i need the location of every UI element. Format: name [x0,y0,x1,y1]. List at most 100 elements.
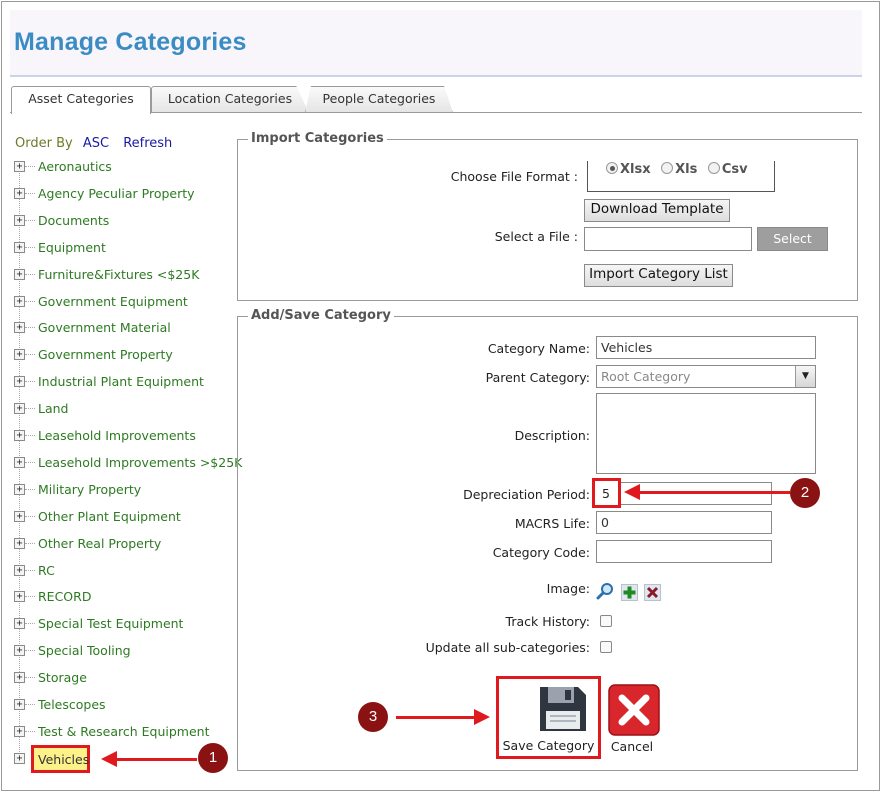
xlsx-option[interactable]: Xlsx [606,162,651,177]
tree-item[interactable]: + RECORD [14,586,234,608]
expand-icon[interactable]: + [14,187,25,199]
select-file-button[interactable]: Select [757,227,828,251]
tree-item-label[interactable]: Land [38,401,68,416]
description-textarea[interactable] [596,393,816,474]
expand-icon[interactable]: + [14,564,25,576]
update-subcategories-checkbox[interactable] [600,641,612,653]
tree-item[interactable]: + Other Plant Equipment [14,506,234,528]
tree-item-label[interactable]: Special Test Equipment [38,616,183,631]
asc-link[interactable]: ASC [83,136,109,151]
tree-item-label[interactable]: Agency Peculiar Property [38,186,195,201]
tree-item[interactable]: + Furniture&Fixtures <$25K [14,264,234,286]
tree-item-label[interactable]: RC [38,563,55,578]
expand-icon[interactable]: + [14,376,25,388]
radio-icon[interactable] [661,162,674,174]
tree-item-label[interactable]: Government Property [38,347,173,362]
expand-icon[interactable]: + [14,618,25,630]
expand-icon[interactable]: + [14,725,25,737]
csv-option[interactable]: Csv [707,162,748,177]
tree-item[interactable]: + Land [14,398,234,420]
category-name-input[interactable]: Vehicles [596,336,816,359]
expand-icon[interactable]: + [14,510,25,522]
tree-item-label[interactable]: Leasehold Improvements [38,428,196,443]
track-history-checkbox[interactable] [600,615,612,627]
tree-item-label[interactable]: Documents [38,213,109,228]
cancel-button[interactable]: Cancel [605,682,661,754]
tree-item[interactable]: + Equipment [14,237,234,259]
tree-item[interactable]: + Government Equipment [14,291,234,313]
tree-item[interactable]: + Industrial Plant Equipment [14,371,234,393]
tab-people-categories[interactable]: People Categories [305,86,453,113]
tree-item[interactable]: + Special Test Equipment [14,613,234,635]
expand-icon[interactable]: + [14,161,25,172]
remove-image-icon[interactable] [644,584,661,601]
tree-item[interactable]: + Government Material [14,317,234,339]
expand-icon[interactable]: + [14,322,25,334]
tree-item-label[interactable]: Government Equipment [38,294,188,309]
tree-item[interactable]: + RC [14,560,234,582]
expand-icon[interactable]: + [14,430,25,441]
expand-icon[interactable]: + [14,645,25,657]
magnifier-icon[interactable] [596,582,614,600]
tab-asset-categories[interactable]: Asset Categories [11,86,151,114]
tab-location-categories[interactable]: Location Categories [151,86,309,113]
tree-connector-line [25,515,35,517]
tree-item-label[interactable]: Aeronautics [38,159,112,174]
tree-item[interactable]: + Storage [14,667,234,689]
chevron-down-icon[interactable]: ▼ [795,366,815,387]
tree-item[interactable]: + Test & Research Equipment [14,721,234,743]
tree-item[interactable]: + Documents [14,210,234,232]
tree-item-label[interactable]: Telescopes [38,697,106,712]
tree-item[interactable]: + Telescopes [14,694,234,716]
expand-icon[interactable]: + [14,699,25,710]
selected-tree-item[interactable]: Vehicles [31,745,90,773]
download-template-button[interactable]: Download Template [584,199,730,222]
expand-icon[interactable]: + [14,214,25,226]
expand-icon[interactable]: + [14,349,25,361]
tree-item-label[interactable]: Special Tooling [38,643,131,658]
tree-item[interactable]: + Agency Peculiar Property [14,183,234,205]
xls-option[interactable]: Xls [661,162,697,177]
expand-icon[interactable]: + [14,672,25,684]
annotation-badge-1: 1 [198,743,228,773]
tree-item-label[interactable]: Furniture&Fixtures <$25K [38,267,199,282]
tree-item[interactable]: + Leasehold Improvements [14,425,234,447]
add-image-icon[interactable] [621,584,638,601]
import-category-list-button[interactable]: Import Category List [584,264,733,287]
radio-icon[interactable] [707,162,720,174]
refresh-link[interactable]: Refresh [123,136,172,151]
expand-icon[interactable]: + [14,537,25,549]
parent-category-select[interactable]: Root Category ▼ [596,365,816,388]
tree-item[interactable]: + Government Property [14,344,234,366]
category-code-input[interactable] [596,540,772,563]
tree-item-label[interactable]: Test & Research Equipment [38,724,209,739]
expand-icon[interactable]: + [14,241,25,253]
tree-item[interactable]: + Military Property [14,479,234,501]
tree-item-label[interactable]: Leasehold Improvements >$25K [38,455,242,470]
expand-icon[interactable]: + [14,268,25,280]
tree-item[interactable]: + Leasehold Improvements >$25K [14,452,242,474]
expand-icon[interactable]: + [14,456,25,468]
tree-item-label[interactable]: Industrial Plant Equipment [38,374,204,389]
file-path-input[interactable] [584,227,752,251]
expand-icon[interactable]: + [14,403,25,415]
tree-item-label[interactable]: Storage [38,670,87,685]
tree-item-label[interactable]: RECORD [38,589,91,604]
expand-icon[interactable]: + [14,483,25,495]
tree-item-label[interactable]: Other Plant Equipment [38,509,181,524]
tree-item-label[interactable]: Military Property [38,482,141,497]
expand-icon[interactable]: + [14,591,25,603]
expand-icon[interactable]: + [14,753,25,764]
expand-icon[interactable]: + [14,295,25,307]
radio-icon[interactable] [606,162,618,174]
tree-item[interactable]: + Special Tooling [14,640,234,662]
depreciation-highlight[interactable]: 5 [592,478,621,508]
save-category-button[interactable]: Save Category [496,676,601,759]
macrs-life-input[interactable]: 0 [596,511,772,534]
tree-item[interactable]: + Aeronautics [14,156,234,178]
tab-label: People Categories [322,91,436,106]
tree-item-label[interactable]: Government Material [38,320,171,335]
tree-item[interactable]: + Other Real Property [14,533,234,555]
tree-item-label[interactable]: Other Real Property [38,536,161,551]
tree-item-label[interactable]: Equipment [38,240,106,255]
